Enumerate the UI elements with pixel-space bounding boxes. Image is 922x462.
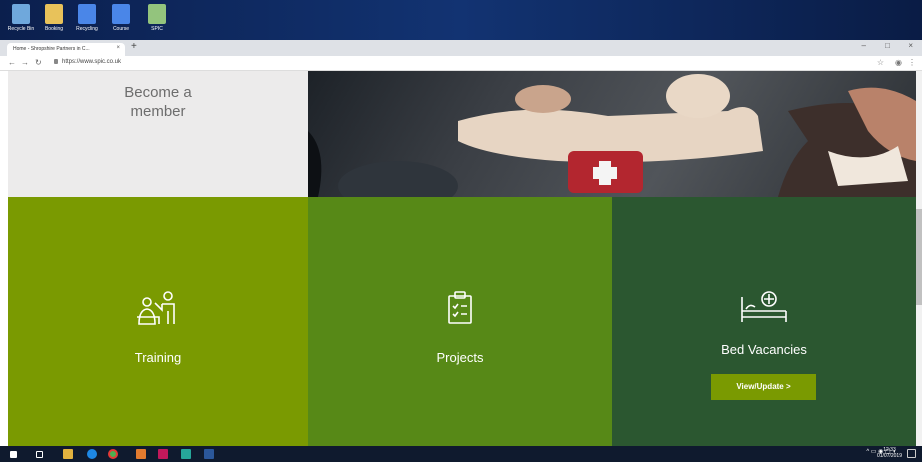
menu-icon[interactable]: ⋮ — [908, 58, 916, 67]
lock-icon — [54, 59, 58, 64]
desktop-icon-recycle-bin[interactable]: Recycle Bin — [4, 4, 38, 32]
start-windows-icon[interactable] — [10, 451, 17, 458]
address-bar-row: ← → ↻ https://www.spic.co.uk ☆ ◉ ⋮ — [0, 56, 922, 71]
web-page: Become a member Training Projects Bed Va… — [0, 71, 916, 446]
people-shortcut-icon — [148, 4, 166, 24]
view-update-button[interactable]: View/Update > — [711, 374, 816, 400]
notification-icon[interactable] — [907, 449, 916, 458]
become-member-text: Become a member — [124, 84, 192, 120]
internet-explorer-icon[interactable] — [87, 449, 97, 459]
publisher-icon[interactable] — [181, 449, 191, 459]
tab-bar: Home - Shropshire Partners in C... × + –… — [0, 40, 922, 56]
reload-icon[interactable]: ↻ — [35, 58, 42, 67]
become-member-tile[interactable]: Become a member — [8, 71, 308, 197]
desktop-icon-spic[interactable]: SPIC — [140, 4, 174, 32]
bookmark-star-icon[interactable]: ☆ — [877, 58, 884, 67]
forward-icon[interactable]: → — [21, 58, 29, 67]
bed-vacancies-label: Bed Vacancies — [721, 342, 807, 357]
desktop-icon-course[interactable]: Course — [104, 4, 138, 32]
word-document-icon — [78, 4, 96, 24]
scrollbar-thumb[interactable] — [916, 209, 922, 305]
training-panel[interactable]: Training — [8, 197, 308, 446]
browser-window: Home - Shropshire Partners in C... × + –… — [0, 40, 922, 446]
browser-tab[interactable]: Home - Shropshire Partners in C... × — [7, 43, 125, 56]
url-field[interactable]: https://www.spic.co.uk — [62, 59, 121, 65]
bed-vacancies-panel[interactable]: Bed Vacancies View/Update > — [612, 197, 916, 446]
clock-date: 01/07/2019 — [876, 453, 902, 459]
close-window-button[interactable]: × — [908, 41, 913, 50]
profile-icon[interactable]: ◉ — [895, 58, 902, 67]
word-icon[interactable] — [204, 449, 214, 459]
word-document-icon — [112, 4, 130, 24]
desktop: Recycle Bin Booking Recycling Course SPI… — [0, 0, 922, 40]
tab-close-icon[interactable]: × — [116, 45, 120, 51]
bed-icon — [741, 291, 787, 322]
clock[interactable]: 12:33 01/07/2019 — [877, 447, 902, 459]
folder-icon — [45, 4, 63, 24]
first-aid-scene — [308, 74, 916, 197]
file-explorer-icon[interactable] — [63, 449, 73, 459]
tab-title: Home - Shropshire Partners in C... — [13, 46, 90, 52]
projects-label: Projects — [436, 350, 484, 365]
training-label: Training — [134, 350, 182, 365]
outlook-icon[interactable] — [136, 449, 146, 459]
chrome-icon[interactable] — [108, 449, 118, 459]
task-view-icon[interactable] — [36, 451, 43, 458]
maximize-button[interactable]: □ — [885, 41, 890, 50]
desktop-icon-recycling[interactable]: Recycling — [70, 4, 104, 32]
projects-panel[interactable]: Projects — [308, 197, 612, 446]
taskbar: ^ ▭ ◉ ▢ ◖ 12:33 01/07/2019 — [0, 446, 922, 462]
recycle-bin-icon — [12, 4, 30, 24]
page-scrollbar[interactable] — [916, 71, 922, 446]
desktop-icon-booking[interactable]: Booking — [37, 4, 71, 32]
access-icon[interactable] — [158, 449, 168, 459]
minimize-button[interactable]: – — [862, 41, 866, 50]
new-tab-button[interactable]: + — [131, 41, 137, 52]
back-icon[interactable]: ← — [8, 58, 16, 67]
clipboard-icon — [448, 291, 472, 324]
first-aid-photo — [308, 71, 916, 197]
trainer-icon — [137, 291, 175, 325]
